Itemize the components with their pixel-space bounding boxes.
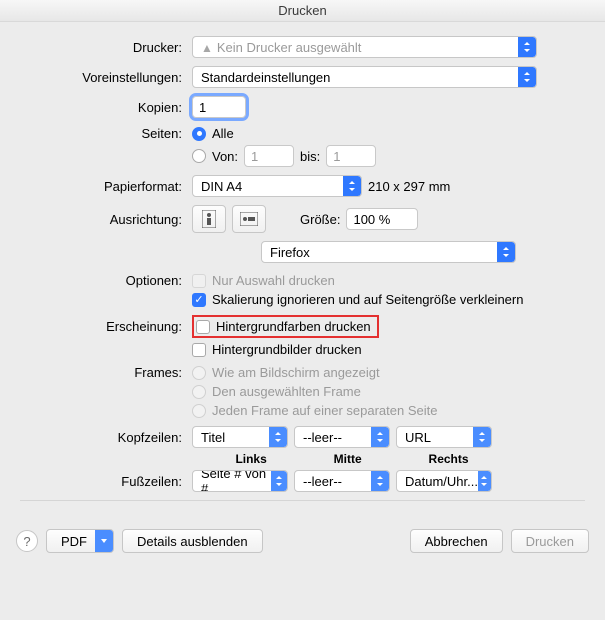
col-center-label: Mitte [334, 452, 362, 466]
selection-only-checkbox [192, 274, 206, 288]
orientation-portrait-button[interactable] [192, 205, 226, 233]
footer-center-select[interactable]: --leer-- [294, 470, 390, 492]
presets-label: Voreinstellungen: [20, 70, 192, 85]
frame-screen-label: Wie am Bildschirm angezeigt [212, 365, 380, 380]
chevron-updown-icon [497, 242, 515, 262]
to-label: bis: [300, 149, 320, 164]
headers-label: Kopfzeilen: [20, 430, 192, 445]
ignore-scaling-label: Skalierung ignorieren und auf Seitengröß… [212, 292, 523, 307]
header-right-select[interactable]: URL [396, 426, 492, 448]
footer-bar: ? PDF Details ausblenden Abbrechen Druck… [0, 519, 605, 563]
print-button[interactable]: Drucken [511, 529, 589, 553]
printer-label: Drucker: [20, 40, 192, 55]
selection-only-label: Nur Auswahl drucken [212, 273, 335, 288]
options-label: Optionen: [20, 273, 192, 288]
details-button[interactable]: Details ausblenden [122, 529, 263, 553]
pages-all-radio[interactable] [192, 127, 206, 141]
frame-each-label: Jeden Frame auf einer separaten Seite [212, 403, 437, 418]
scale-label: Größe: [300, 212, 340, 227]
highlight-box: Hintergrundfarben drucken [192, 315, 379, 338]
col-right-label: Rechts [429, 452, 469, 466]
footers-label: Fußzeilen: [20, 474, 192, 489]
appearance-label: Erscheinung: [20, 319, 192, 334]
presets-select[interactable]: Standardeinstellungen [192, 66, 537, 88]
from-input[interactable]: 1 [244, 145, 294, 167]
bg-images-label: Hintergrundbilder drucken [212, 342, 362, 357]
footer-right-select[interactable]: Datum/Uhr... [396, 470, 492, 492]
printer-select[interactable]: ▲Kein Drucker ausgewählt [192, 36, 537, 58]
chevron-down-icon [95, 529, 113, 553]
header-left-select[interactable]: Titel [192, 426, 288, 448]
header-center-select[interactable]: --leer-- [294, 426, 390, 448]
section-select[interactable]: Firefox [261, 241, 516, 263]
copies-input[interactable]: 1 [192, 96, 246, 118]
chevron-updown-icon [518, 37, 536, 57]
frame-each-radio [192, 404, 206, 418]
paper-select[interactable]: DIN A4 [192, 175, 362, 197]
window-title: Drucken [0, 0, 605, 22]
pages-all-label: Alle [212, 126, 234, 141]
pages-label: Seiten: [20, 126, 192, 141]
paper-dimensions: 210 x 297 mm [368, 179, 450, 194]
dialog-content: Drucker: ▲Kein Drucker ausgewählt Vorein… [0, 22, 605, 519]
footer-left-select[interactable]: Seite # von # [192, 470, 288, 492]
orientation-landscape-button[interactable] [232, 205, 266, 233]
copies-label: Kopien: [20, 100, 192, 115]
bg-colors-checkbox[interactable] [196, 320, 210, 334]
divider [20, 500, 585, 501]
pdf-button[interactable]: PDF [46, 529, 114, 553]
paper-label: Papierformat: [20, 179, 192, 194]
to-input[interactable]: 1 [326, 145, 376, 167]
orientation-label: Ausrichtung: [20, 212, 192, 227]
frame-screen-radio [192, 366, 206, 380]
frames-label: Frames: [20, 365, 192, 380]
col-left-label: Links [235, 452, 266, 466]
chevron-updown-icon [343, 176, 361, 196]
bg-images-checkbox[interactable] [192, 343, 206, 357]
bg-colors-label: Hintergrundfarben drucken [216, 319, 371, 334]
ignore-scaling-checkbox[interactable]: ✓ [192, 293, 206, 307]
warning-icon: ▲ [201, 41, 213, 55]
frame-selected-label: Den ausgewählten Frame [212, 384, 361, 399]
from-label: Von: [212, 149, 238, 164]
cancel-button[interactable]: Abbrechen [410, 529, 503, 553]
scale-input[interactable]: 100 % [346, 208, 418, 230]
chevron-updown-icon [518, 67, 536, 87]
frame-selected-radio [192, 385, 206, 399]
pages-range-radio[interactable] [192, 149, 206, 163]
help-button[interactable]: ? [16, 530, 38, 552]
